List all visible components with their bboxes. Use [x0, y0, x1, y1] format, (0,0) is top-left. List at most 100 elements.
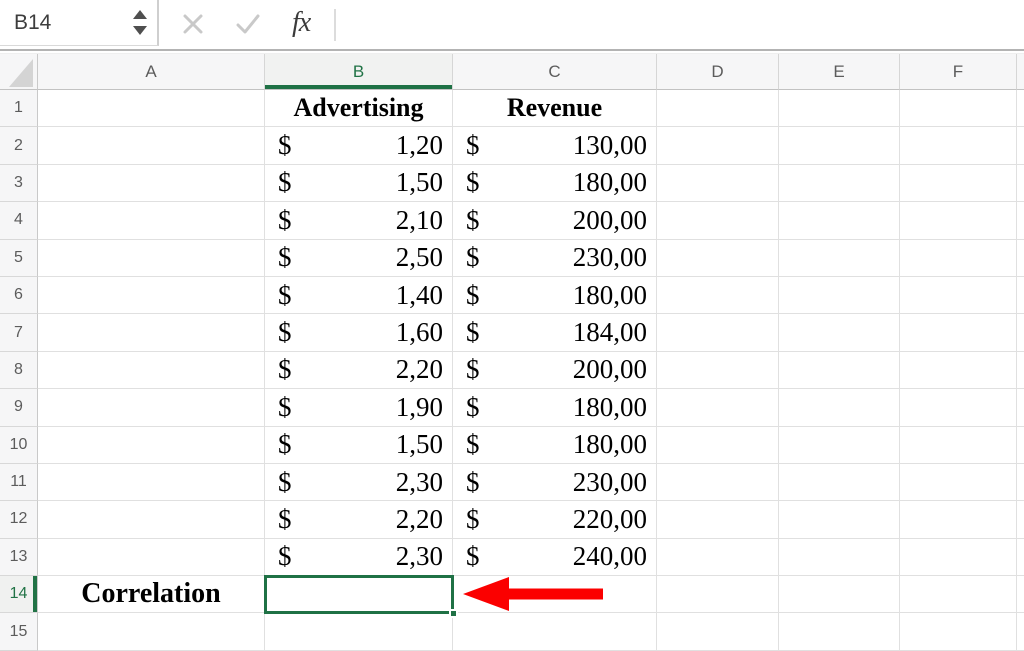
confirm-icon[interactable]	[235, 12, 261, 36]
cell-E11[interactable]	[779, 464, 900, 501]
cell-A8[interactable]	[38, 352, 265, 389]
cell-B9[interactable]: $1,90	[265, 389, 453, 426]
insert-function-icon[interactable]: fx	[292, 7, 310, 39]
cell-F6[interactable]	[900, 277, 1017, 314]
column-header-a[interactable]: A	[38, 54, 265, 90]
row-header-10[interactable]: 10	[0, 427, 38, 464]
cell-B4[interactable]: $2,10	[265, 202, 453, 239]
row-header-4[interactable]: 4	[0, 202, 38, 239]
column-header-b[interactable]: B	[265, 54, 453, 90]
spinner-up-icon[interactable]	[133, 10, 147, 19]
cell-F14[interactable]	[900, 576, 1017, 613]
cell-B3[interactable]: $1,50	[265, 165, 453, 202]
cell-D4[interactable]	[657, 202, 779, 239]
cell-D9[interactable]	[657, 389, 779, 426]
cancel-icon[interactable]	[181, 12, 205, 36]
row-header-11[interactable]: 11	[0, 464, 38, 501]
cell-F10[interactable]	[900, 427, 1017, 464]
cell-A14[interactable]: Correlation	[38, 576, 265, 613]
cell-D13[interactable]	[657, 539, 779, 576]
spinner-down-icon[interactable]	[133, 26, 147, 35]
formula-input[interactable]	[340, 0, 1024, 49]
fill-handle[interactable]	[449, 609, 458, 618]
cell-E15[interactable]	[779, 613, 900, 650]
cell-D6[interactable]	[657, 277, 779, 314]
cell-C15[interactable]	[453, 613, 657, 650]
row-header-6[interactable]: 6	[0, 277, 38, 314]
cell-A9[interactable]	[38, 389, 265, 426]
column-header-c[interactable]: C	[453, 54, 657, 90]
cell-C7[interactable]: $184,00	[453, 314, 657, 351]
select-all-button[interactable]	[0, 54, 38, 90]
cell-A7[interactable]	[38, 314, 265, 351]
column-header-d[interactable]: D	[657, 54, 779, 90]
cell-E7[interactable]	[779, 314, 900, 351]
cell-C4[interactable]: $200,00	[453, 202, 657, 239]
cell-D14[interactable]	[657, 576, 779, 613]
cell-E12[interactable]	[779, 501, 900, 538]
row-header-15[interactable]: 15	[0, 613, 38, 650]
cell-A1[interactable]	[38, 90, 265, 127]
row-header-7[interactable]: 7	[0, 314, 38, 351]
cell-F8[interactable]	[900, 352, 1017, 389]
cell-A3[interactable]	[38, 165, 265, 202]
cell-B11[interactable]: $2,30	[265, 464, 453, 501]
cell-A13[interactable]	[38, 539, 265, 576]
cell-C13[interactable]: $240,00	[453, 539, 657, 576]
cell-D3[interactable]	[657, 165, 779, 202]
row-header-13[interactable]: 13	[0, 539, 38, 576]
cell-B7[interactable]: $1,60	[265, 314, 453, 351]
row-header-1[interactable]: 1	[0, 90, 38, 127]
cell-D11[interactable]	[657, 464, 779, 501]
cell-D5[interactable]	[657, 240, 779, 277]
cell-E14[interactable]	[779, 576, 900, 613]
row-header-2[interactable]: 2	[0, 127, 38, 164]
cell-F11[interactable]	[900, 464, 1017, 501]
cell-B8[interactable]: $2,20	[265, 352, 453, 389]
row-header-9[interactable]: 9	[0, 389, 38, 426]
column-header-e[interactable]: E	[779, 54, 900, 90]
cell-A5[interactable]	[38, 240, 265, 277]
cell-C12[interactable]: $220,00	[453, 501, 657, 538]
cell-B13[interactable]: $2,30	[265, 539, 453, 576]
cell-E9[interactable]	[779, 389, 900, 426]
cell-E3[interactable]	[779, 165, 900, 202]
cell-D15[interactable]	[657, 613, 779, 650]
cell-E4[interactable]	[779, 202, 900, 239]
cell-D7[interactable]	[657, 314, 779, 351]
cell-F5[interactable]	[900, 240, 1017, 277]
cell-A6[interactable]	[38, 277, 265, 314]
cell-E1[interactable]	[779, 90, 900, 127]
cell-F7[interactable]	[900, 314, 1017, 351]
cell-C3[interactable]: $180,00	[453, 165, 657, 202]
cell-B1[interactable]: Advertising	[265, 90, 453, 127]
cell-C5[interactable]: $230,00	[453, 240, 657, 277]
column-header-f[interactable]: F	[900, 54, 1017, 90]
cell-C8[interactable]: $200,00	[453, 352, 657, 389]
cell-F1[interactable]	[900, 90, 1017, 127]
cell-F13[interactable]	[900, 539, 1017, 576]
cell-D1[interactable]	[657, 90, 779, 127]
cell-B15[interactable]	[265, 613, 453, 650]
cell-F4[interactable]	[900, 202, 1017, 239]
cell-D10[interactable]	[657, 427, 779, 464]
name-box-spinner[interactable]	[133, 0, 147, 45]
row-header-3[interactable]: 3	[0, 165, 38, 202]
cell-E6[interactable]	[779, 277, 900, 314]
row-header-14[interactable]: 14	[0, 576, 38, 613]
cell-E13[interactable]	[779, 539, 900, 576]
row-header-12[interactable]: 12	[0, 501, 38, 538]
cell-F3[interactable]	[900, 165, 1017, 202]
cell-D8[interactable]	[657, 352, 779, 389]
cell-B12[interactable]: $2,20	[265, 501, 453, 538]
cell-E5[interactable]	[779, 240, 900, 277]
cell-E10[interactable]	[779, 427, 900, 464]
cell-A4[interactable]	[38, 202, 265, 239]
cell-D2[interactable]	[657, 127, 779, 164]
cell-C6[interactable]: $180,00	[453, 277, 657, 314]
cell-F15[interactable]	[900, 613, 1017, 650]
cell-F2[interactable]	[900, 127, 1017, 164]
cell-B5[interactable]: $2,50	[265, 240, 453, 277]
cell-A12[interactable]	[38, 501, 265, 538]
cell-B6[interactable]: $1,40	[265, 277, 453, 314]
